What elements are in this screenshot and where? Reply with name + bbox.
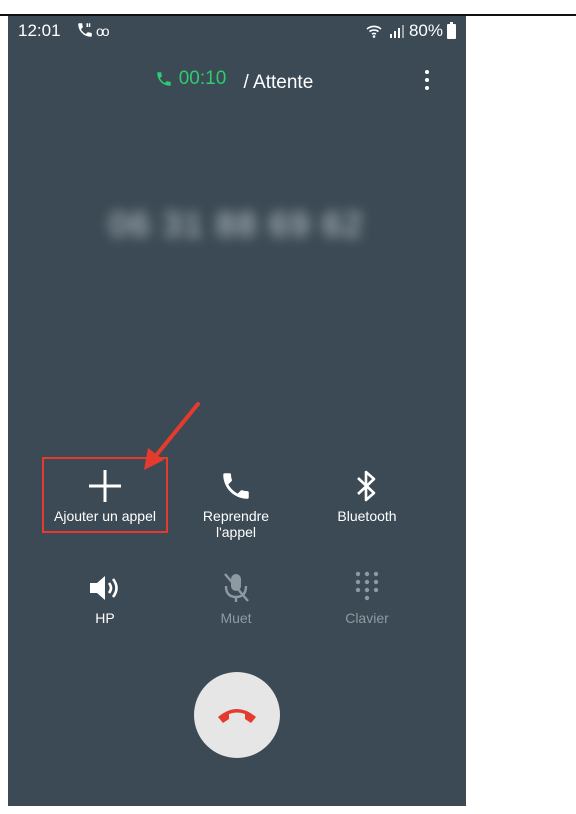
call-icon xyxy=(78,23,92,37)
resume-call-label-line2: l'appel xyxy=(215,524,257,540)
mute-label: Muet xyxy=(220,610,252,626)
status-right-group: 80% xyxy=(365,21,456,41)
resume-call-label-line1: Reprendre xyxy=(202,508,270,524)
call-header: 00:10 / Attente xyxy=(8,68,466,94)
wifi-calling-icon xyxy=(366,25,382,38)
end-call-button[interactable] xyxy=(194,672,280,758)
bluetooth-icon xyxy=(357,470,376,502)
keypad-button[interactable]: Clavier xyxy=(297,568,437,626)
annotation-highlight-box xyxy=(42,457,168,533)
mute-button[interactable]: Muet xyxy=(166,568,306,626)
caller-number: 06 31 88 69 62 xyxy=(109,206,365,244)
bluetooth-button[interactable]: Bluetooth xyxy=(297,466,437,524)
call-timer-text: 00:10 xyxy=(178,68,227,89)
phone-screen: 12:01 oo 80% 00:10 / Attente 06 31 88 69… xyxy=(8,16,466,806)
battery-percentage: 80% xyxy=(408,21,443,40)
phone-icon xyxy=(223,473,249,499)
speaker-icon xyxy=(90,576,118,600)
more-options-icon[interactable] xyxy=(424,68,430,92)
phone-active-icon xyxy=(156,72,171,86)
hang-up-icon xyxy=(218,709,256,723)
bluetooth-label: Bluetooth xyxy=(337,508,397,524)
status-time: 12:01 xyxy=(18,21,61,40)
voicemail-icon: oo xyxy=(96,23,110,39)
keypad-icon xyxy=(355,571,379,601)
call-timer: 00:10 xyxy=(155,68,227,90)
speaker-button[interactable]: HP xyxy=(35,568,175,626)
battery-icon xyxy=(447,21,456,39)
speaker-label: HP xyxy=(95,610,115,626)
mute-icon xyxy=(224,573,249,602)
signal-icon xyxy=(389,25,404,38)
call-status: / Attente xyxy=(243,72,314,93)
resume-call-button[interactable]: Reprendre l'appel xyxy=(166,466,306,540)
keypad-label: Clavier xyxy=(345,610,389,626)
status-bar: 12:01 oo 80% xyxy=(8,16,466,46)
